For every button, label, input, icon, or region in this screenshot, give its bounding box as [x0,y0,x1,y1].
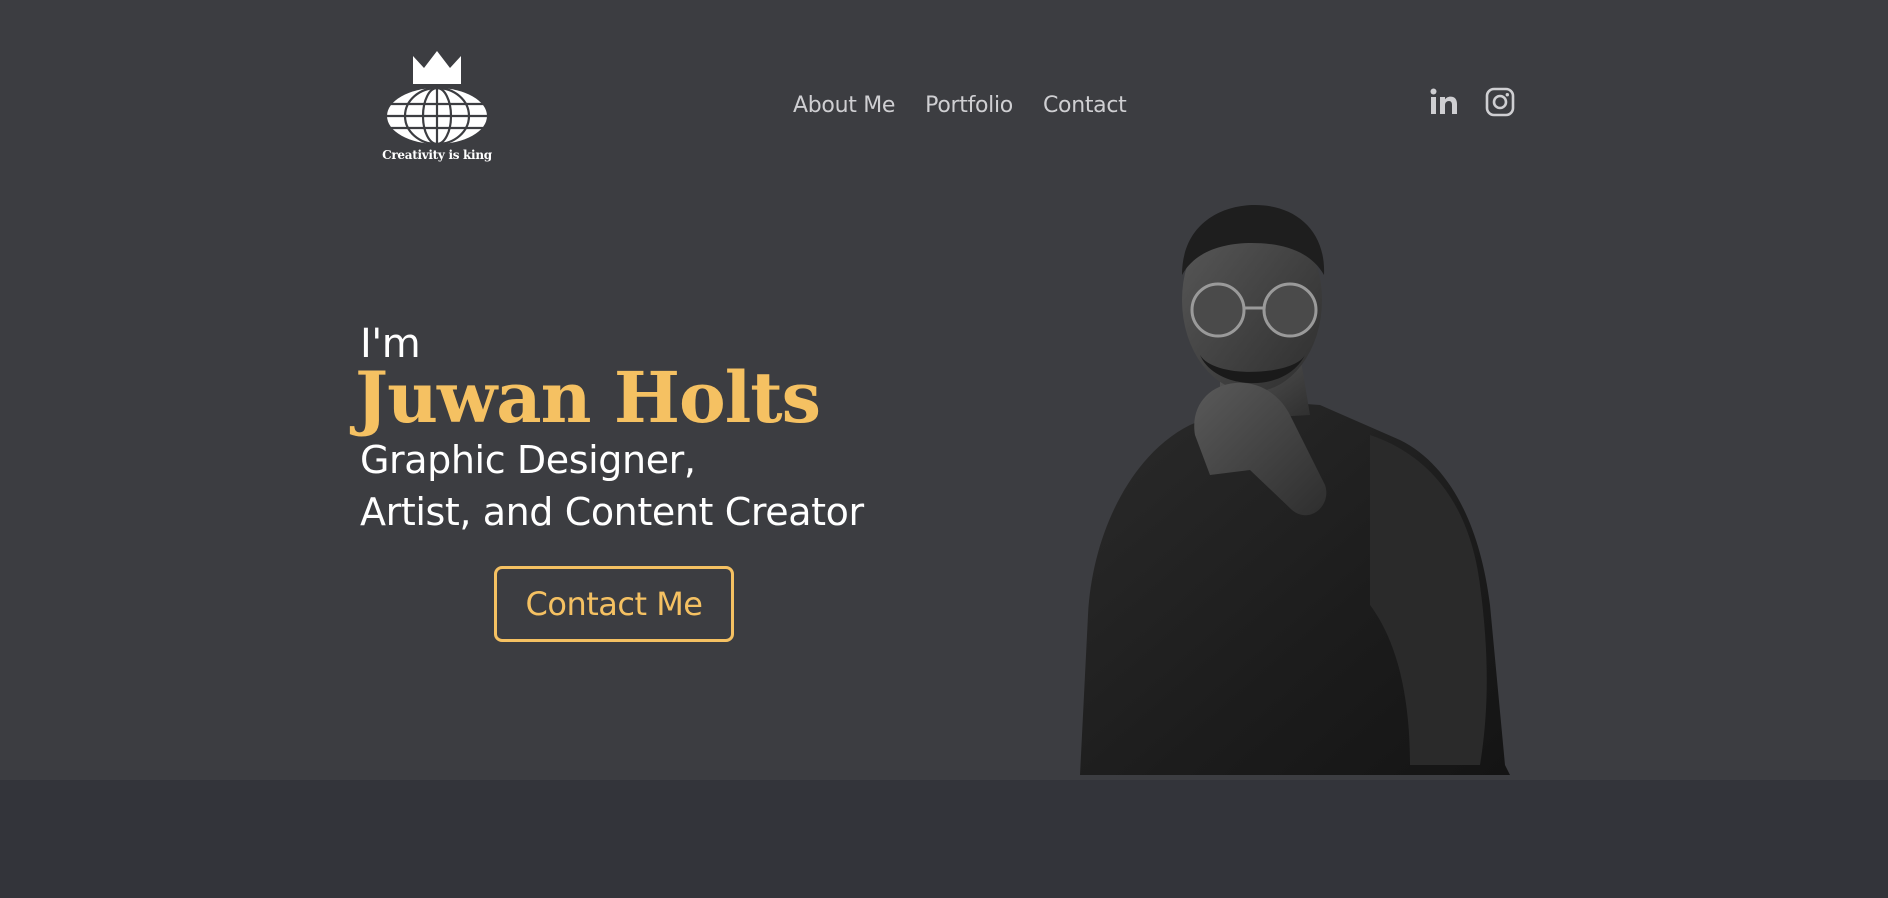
nav-contact[interactable]: Contact [1043,90,1127,122]
social-links [1428,86,1516,118]
role-line-2: Artist, and Content Creator [360,490,864,534]
logo[interactable]: Creativity is king [382,48,492,166]
main-nav: About Me Portfolio Contact [793,90,1127,122]
logo-tagline: Creativity is king [382,148,492,162]
hero-role: Graphic Designer, Artist, and Content Cr… [360,434,864,538]
lower-section [0,780,1888,898]
instagram-icon[interactable] [1484,86,1516,118]
hero-section: Creativity is king About Me Portfolio Co… [0,0,1888,780]
portrait-photo [1080,205,1510,775]
hero-name: Juwan Holts [355,356,821,439]
nav-about-me[interactable]: About Me [793,90,895,122]
crown-globe-logo-icon [387,51,487,146]
contact-me-button[interactable]: Contact Me [494,566,734,642]
linkedin-icon[interactable] [1428,86,1460,118]
nav-portfolio[interactable]: Portfolio [925,90,1013,122]
role-line-1: Graphic Designer, [360,438,696,482]
